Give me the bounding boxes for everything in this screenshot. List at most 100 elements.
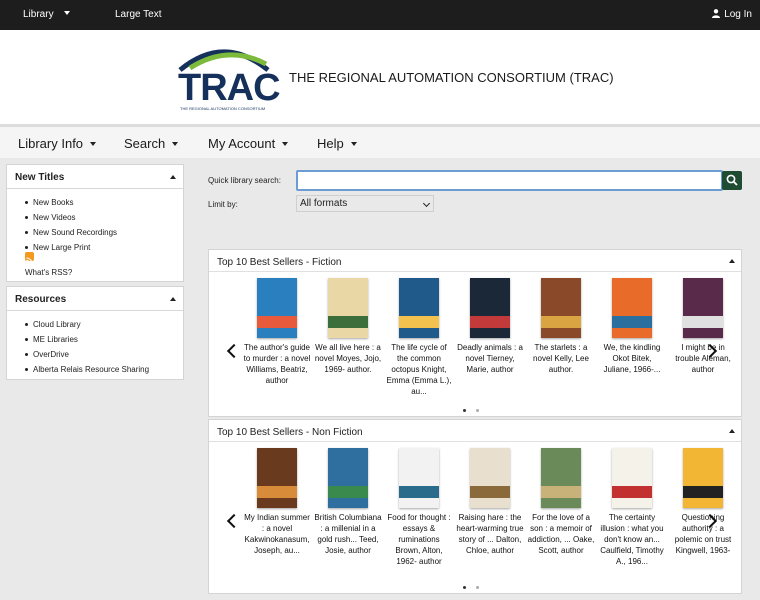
book-cover[interactable] [257,278,297,338]
book-item[interactable]: Food for thought : essays & ruminations … [385,448,453,567]
sidebar-item-new-sound-recordings[interactable]: New Sound Recordings [25,225,183,240]
resources-list: Cloud Library ME Libraries OverDrive Alb… [7,311,183,377]
carousel-prev-icon[interactable] [226,343,242,359]
book-cover-band [328,486,368,498]
book-item[interactable]: The starlets : a novel Kelly, Lee author… [527,278,595,375]
book-caption[interactable]: For the love of a son : a memoir of addi… [527,512,595,556]
book-item[interactable]: The author's guide to murder : a novel W… [243,278,311,386]
library-dropdown[interactable]: Library [23,9,70,20]
large-text-link[interactable]: Large Text [115,9,162,20]
carousel-dot-active[interactable] [463,586,466,589]
caret-down-icon [63,11,70,15]
book-item[interactable]: We, the kindling Okot Bitek, Juliane, 19… [598,278,666,375]
nonfiction-carousel: Top 10 Best Sellers - Non Fiction Questi… [208,419,742,594]
book-cover-band [541,316,581,328]
book-item[interactable]: British Columbiana : a millenial in a go… [314,448,382,556]
book-caption[interactable]: I might be in trouble Aleman, author [669,342,737,375]
book-caption[interactable]: The life cycle of the common octopus Kni… [385,342,453,397]
carousel-prev-icon[interactable] [226,513,242,529]
nonfiction-carousel-body: Questioning authority : a polemic on tru… [209,442,741,595]
user-icon [712,9,721,18]
book-cover[interactable] [470,448,510,508]
book-cover[interactable] [328,448,368,508]
nav-library-info[interactable]: Library Info [18,136,97,151]
quick-search-input[interactable] [296,170,723,191]
book-caption[interactable]: My Indian summer : a novel Kakwinokanasu… [243,512,311,556]
book-cover[interactable] [399,448,439,508]
collapse-icon[interactable] [729,429,735,433]
trac-logo[interactable]: TRAC THE REGIONAL AUTOMATION CONSORTIUM [176,42,281,114]
book-cover-band [328,316,368,328]
nonfiction-carousel-header[interactable]: Top 10 Best Sellers - Non Fiction [209,420,741,442]
format-select-value: All formats [300,198,348,209]
nav-my-account[interactable]: My Account [208,136,289,151]
carousel-dot[interactable] [476,586,479,589]
book-item[interactable]: Deadly animals : a novel Tierney, Marie,… [456,278,524,375]
book-item[interactable]: Questioning authority : a polemic on tru… [669,448,737,556]
format-select[interactable]: All formats [296,195,434,212]
carousel-dot[interactable] [476,409,479,412]
book-caption[interactable]: Raising hare : the heart-warming true st… [456,512,524,556]
book-caption[interactable]: Food for thought : essays & ruminations … [385,512,453,567]
book-item[interactable]: For the love of a son : a memoir of addi… [527,448,595,556]
new-titles-header[interactable]: New Titles [7,165,183,189]
collapse-icon[interactable] [729,259,735,263]
book-caption[interactable]: British Columbiana : a millenial in a go… [314,512,382,556]
book-cover[interactable] [612,448,652,508]
nav-help[interactable]: Help [317,136,357,151]
collapse-icon[interactable] [170,297,176,301]
sidebar-item-new-large-print[interactable]: New Large Print [25,240,183,255]
book-caption[interactable]: Deadly animals : a novel Tierney, Marie,… [456,342,524,375]
fiction-carousel-title: Top 10 Best Sellers - Fiction [217,257,342,268]
nav-search[interactable]: Search [124,136,179,151]
book-cover-band [399,486,439,498]
site-title: THE REGIONAL AUTOMATION CONSORTIUM (TRAC… [289,70,614,85]
fiction-carousel-header[interactable]: Top 10 Best Sellers - Fiction [209,250,741,272]
book-caption[interactable]: The certainty illusion : what you don't … [598,512,666,567]
book-item[interactable]: My Indian summer : a novel Kakwinokanasu… [243,448,311,556]
carousel-dot-active[interactable] [463,409,466,412]
logo-tagline: THE REGIONAL AUTOMATION CONSORTIUM [180,106,266,111]
sidebar-item-me-libraries[interactable]: ME Libraries [25,332,183,347]
book-cover[interactable] [541,278,581,338]
sidebar-item-cloud-library[interactable]: Cloud Library [25,317,183,332]
book-caption[interactable]: Questioning authority : a polemic on tru… [669,512,737,556]
new-titles-box: New Titles New Books New Videos New Soun… [6,164,184,282]
book-cover[interactable] [257,448,297,508]
book-caption[interactable]: We all live here : a novel Moyes, Jojo, … [314,342,382,375]
whats-rss-link[interactable]: What's RSS? [25,268,72,277]
collapse-icon[interactable] [170,175,176,179]
search-button[interactable] [722,171,742,190]
book-cover[interactable] [328,278,368,338]
book-item[interactable]: I might be in trouble Aleman, author [669,278,737,375]
book-cover[interactable] [541,448,581,508]
book-cover[interactable] [683,278,723,338]
login-link[interactable]: Log In [712,9,752,20]
sidebar-item-new-videos[interactable]: New Videos [25,210,183,225]
book-cover[interactable] [470,278,510,338]
rss-feed-icon[interactable] [25,252,34,264]
book-cover-band [612,486,652,498]
sidebar-item-alberta-relais[interactable]: Alberta Relais Resource Sharing [25,362,183,377]
book-item[interactable]: The life cycle of the common octopus Kni… [385,278,453,397]
book-cover-band [683,486,723,498]
book-cover[interactable] [399,278,439,338]
book-cover-band [257,486,297,498]
nav-my-account-label: My Account [208,136,276,151]
sidebar-item-overdrive[interactable]: OverDrive [25,347,183,362]
nav-search-label: Search [124,136,166,151]
library-dropdown-label: Library [23,9,54,20]
resources-header[interactable]: Resources [7,287,183,311]
book-cover[interactable] [612,278,652,338]
book-cover[interactable] [683,448,723,508]
fiction-carousel: Top 10 Best Sellers - Fiction I might be… [208,249,742,417]
book-item[interactable]: The certainty illusion : what you don't … [598,448,666,567]
book-caption[interactable]: The starlets : a novel Kelly, Lee author… [527,342,595,375]
book-caption[interactable]: The author's guide to murder : a novel W… [243,342,311,386]
book-item[interactable]: We all live here : a novel Moyes, Jojo, … [314,278,382,375]
book-caption[interactable]: We, the kindling Okot Bitek, Juliane, 19… [598,342,666,375]
book-item[interactable]: Raising hare : the heart-warming true st… [456,448,524,556]
sidebar-item-new-books[interactable]: New Books [25,195,183,210]
caret-down-icon [282,142,289,146]
fiction-carousel-body: I might be in trouble Aleman, author We, … [209,272,741,418]
